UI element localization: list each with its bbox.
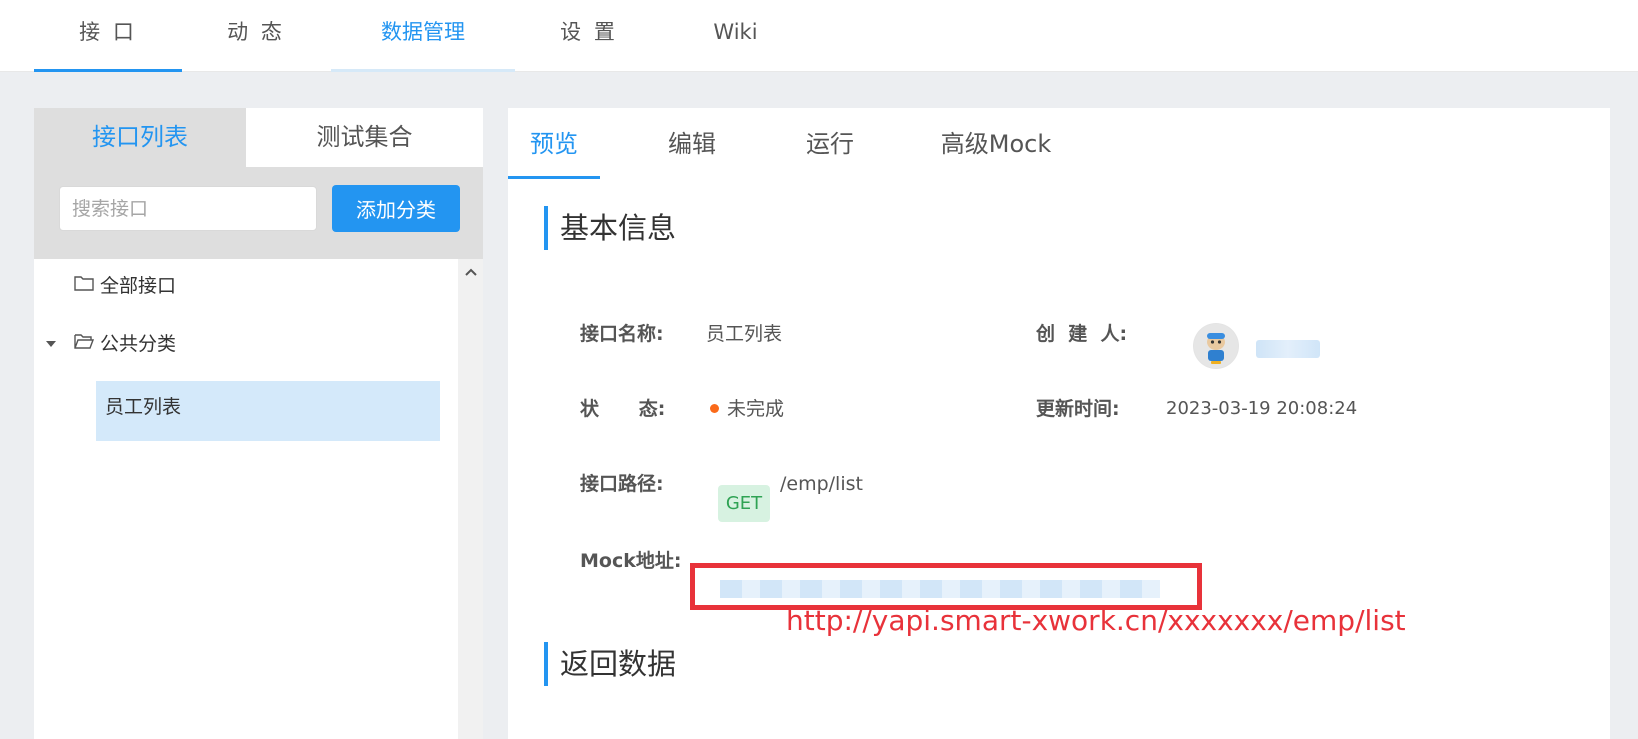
tree-item-all-interfaces[interactable]: 全部接口: [74, 266, 176, 306]
updated-time-label: 更新时间:: [1036, 398, 1120, 420]
tree-item-label: 公共分类: [100, 333, 177, 355]
tab-settings[interactable]: 设 置: [515, 0, 663, 72]
tab-interface-list[interactable]: 接口列表: [34, 108, 246, 167]
add-category-button[interactable]: 添加分类: [332, 185, 460, 232]
avatar[interactable]: [1193, 323, 1239, 369]
tab-data-management[interactable]: 数据管理: [331, 0, 515, 72]
tree-scrollbar[interactable]: [458, 259, 483, 739]
tab-preview[interactable]: 预览: [508, 108, 600, 179]
return-data-title: 返回数据: [544, 642, 676, 686]
basic-info-title: 基本信息: [544, 206, 676, 250]
tab-activity[interactable]: 动 态: [182, 0, 330, 72]
updated-time-value: 2023-03-19 20:08:24: [1166, 398, 1358, 419]
sidebar-search-bar: 添加分类: [34, 167, 483, 259]
caret-down-icon[interactable]: [46, 341, 56, 347]
creator-name-blurred: [1256, 340, 1320, 358]
sidebar-tabs: 接口列表 测试集合: [34, 108, 483, 167]
status-value: 未完成: [710, 394, 784, 424]
mock-address-highlight: [690, 563, 1202, 610]
method-badge: GET: [718, 485, 770, 522]
interface-path-value: /emp/list: [780, 473, 863, 495]
mock-address-blurred[interactable]: [720, 580, 1160, 598]
interface-detail-panel: 预览 编辑 运行 高级Mock 基本信息 接口名称: 员工列表 创 建 人: 状…: [508, 108, 1610, 739]
interface-name-value: 员工列表: [706, 323, 783, 345]
tab-advanced-mock[interactable]: 高级Mock: [922, 108, 1070, 180]
status-dot-icon: [710, 403, 719, 413]
tab-edit[interactable]: 编辑: [646, 108, 738, 180]
interface-sidebar: 接口列表 测试集合 添加分类 全部接口 公共分类 员工列表: [34, 108, 483, 739]
search-interface-input[interactable]: [59, 186, 317, 231]
interface-name-label: 接口名称:: [580, 323, 664, 345]
tab-test-collection[interactable]: 测试集合: [246, 108, 483, 167]
interface-path-label: 接口路径:: [580, 473, 664, 495]
tab-run[interactable]: 运行: [784, 108, 876, 180]
mock-url-annotation: http://yapi.smart-xwork.cn/xxxxxxx/emp/l…: [786, 604, 1406, 637]
tree-item-employee-list[interactable]: 员工列表: [96, 381, 440, 441]
folder-open-icon: [74, 323, 95, 363]
scroll-up-icon[interactable]: [458, 261, 483, 283]
status-label: 状 态:: [580, 398, 666, 420]
status-text: 未完成: [727, 398, 785, 420]
tree-item-label: 全部接口: [100, 275, 177, 297]
mock-address-label: Mock地址:: [580, 550, 682, 572]
tree-item-public-category[interactable]: 公共分类: [74, 324, 176, 364]
tab-wiki[interactable]: Wiki: [663, 0, 808, 72]
top-navigation: 接 口 动 态 数据管理 设 置 Wiki: [0, 0, 1638, 72]
tab-interface[interactable]: 接 口: [34, 0, 182, 72]
folder-icon: [74, 265, 94, 305]
creator-label: 创 建 人:: [1036, 323, 1128, 345]
